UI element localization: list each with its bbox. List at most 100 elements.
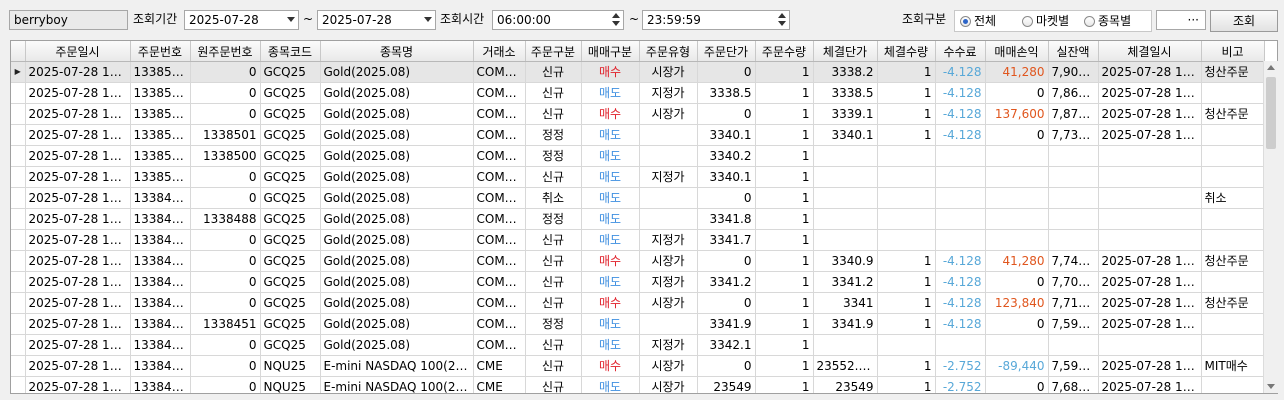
table-row[interactable]: 2025-07-28 13:… 1338460 0 GCQ25 Gold(2025.08… [11, 292, 1265, 314]
spin-arrows-icon[interactable] [777, 13, 787, 27]
header-item-code[interactable]: 종목코드 [260, 41, 321, 62]
cell-order-no: 1338514 [130, 103, 191, 125]
cell-fill-time: 2025-07-28 14:… [1098, 82, 1202, 104]
cell-order-kind: 신규 [525, 271, 582, 293]
cell-order-time: 2025-07-28 13:… [25, 292, 131, 314]
spin-arrows-icon[interactable] [611, 13, 621, 27]
cell-profit-loss: 41,280 [985, 250, 1049, 272]
cell-balance: 7,739,… [1048, 124, 1099, 146]
header-order-type[interactable]: 주문유형 [639, 41, 698, 62]
cell-original-order-no: 0 [190, 82, 261, 104]
account-field[interactable]: berryboy [9, 10, 128, 30]
cell-original-order-no: 0 [190, 187, 261, 209]
cell-fill-qty: 1 [877, 292, 936, 314]
cell-order-time: 2025-07-28 13:… [25, 208, 131, 230]
table-row[interactable]: 2025-07-28 13:… 1338467 0 GCQ25 Gold(2025.08… [11, 271, 1265, 293]
table-row[interactable]: 2025-07-28 12:… 1338438 0 NQU25 E-mini NASDA… [11, 376, 1265, 393]
table-row[interactable]: 2025-07-28 14:… 1338500 0 GCQ25 Gold(2025.08… [11, 166, 1265, 188]
header-fee[interactable]: 수수료 [935, 41, 986, 62]
date-to-dropdown[interactable]: 2025-07-28 [317, 10, 436, 30]
cell-order-type: 지정가 [639, 334, 698, 356]
radio-item[interactable]: 종목별 [1084, 14, 1131, 28]
table-row[interactable]: 2025-07-28 13:… 1338446 0 NQU25 E-mini NASDA… [11, 355, 1265, 377]
cell-balance [1048, 208, 1099, 230]
cell-fill-price: 3340.9 [813, 250, 878, 272]
search-button[interactable]: 조회 [1210, 10, 1278, 32]
table-row[interactable]: 2025-07-28 13:… 1338453 1338451 GCQ25 Gold(2… [11, 313, 1265, 335]
cell-order-kind: 신규 [525, 229, 582, 251]
cell-order-type: 지정가 [639, 271, 698, 293]
header-item-name[interactable]: 종목명 [320, 41, 474, 62]
header-trade-side[interactable]: 매매구분 [581, 41, 640, 62]
cell-fee [935, 334, 986, 356]
cell-fee [935, 166, 986, 188]
cell-order-no: 1338501 [130, 145, 191, 167]
table-row[interactable]: ▶ 2025-07-28 14:… 1338549 0 GCQ25 Gold(2025.0… [11, 61, 1265, 83]
table-row[interactable]: 2025-07-28 14:… 1338514 0 GCQ25 Gold(2025.08… [11, 103, 1265, 125]
vertical-scrollbar[interactable] [1263, 61, 1278, 393]
cell-fill-qty [877, 334, 936, 356]
header-fill-time[interactable]: 체결일시 [1098, 41, 1202, 62]
row-indicator [11, 187, 26, 209]
cell-order-price: 3340.1 [697, 124, 756, 146]
header-order-time[interactable]: 주문일시 [25, 41, 131, 62]
cell-item-code: GCQ25 [260, 145, 321, 167]
cell-fill-price: 3339.1 [813, 103, 878, 125]
radio-market[interactable]: 마켓별 [1022, 14, 1069, 28]
scroll-up-icon[interactable] [1267, 65, 1275, 70]
table-row[interactable]: 2025-07-28 14:… 1338501 1338500 GCQ25 Gold(2… [11, 145, 1265, 167]
cell-order-no: 1338467 [130, 271, 191, 293]
header-order-price[interactable]: 주문단가 [697, 41, 756, 62]
cell-fill-qty [877, 145, 936, 167]
header-note[interactable]: 비고 [1201, 41, 1265, 62]
cell-exchange: COM… [473, 187, 526, 209]
chevron-down-icon[interactable] [424, 17, 432, 22]
cell-order-price: 0 [697, 250, 756, 272]
cell-fee [935, 145, 986, 167]
header-original-order-no[interactable]: 원주문번호 [190, 41, 261, 62]
header-balance[interactable]: 실잔액 [1048, 41, 1099, 62]
cell-original-order-no: 1338451 [190, 313, 261, 335]
cell-note [1201, 313, 1265, 335]
cell-exchange: COM… [473, 145, 526, 167]
cell-order-no: 1338539 [130, 82, 191, 104]
table-row[interactable]: 2025-07-28 14:… 1338539 0 GCQ25 Gold(2025.08… [11, 82, 1265, 104]
table-row[interactable]: 2025-07-28 13:… 1338451 0 GCQ25 Gold(2025.08… [11, 334, 1265, 356]
table-row[interactable]: 2025-07-28 13:… 1338488 0 GCQ25 Gold(2025.08… [11, 229, 1265, 251]
cell-fill-price [813, 229, 878, 251]
cell-order-no: 1338502 [130, 124, 191, 146]
time-from-spinner[interactable]: 06:00:00 [492, 10, 624, 30]
scroll-down-icon[interactable] [1267, 384, 1275, 389]
cell-fill-time: 2025-07-28 14:… [1098, 61, 1202, 83]
date-from-dropdown[interactable]: 2025-07-28 [184, 10, 299, 30]
header-order-no[interactable]: 주문번호 [130, 41, 191, 62]
table-row[interactable]: 2025-07-28 13:… 1338490 1338488 GCQ25 Gold(2… [11, 208, 1265, 230]
radio-all[interactable]: 전체 [960, 14, 996, 28]
table-row[interactable]: 2025-07-28 13:… 1338482 0 GCQ25 Gold(2025.08… [11, 250, 1265, 272]
cell-trade-side: 매도 [581, 208, 640, 230]
header-fill-price[interactable]: 체결단가 [813, 41, 878, 62]
header-exchange[interactable]: 거래소 [473, 41, 526, 62]
cell-balance: 7,869,… [1048, 82, 1099, 104]
cell-item-name: Gold(2025.08) [320, 124, 474, 146]
chevron-down-icon[interactable] [287, 17, 295, 22]
cell-item-name: Gold(2025.08) [320, 208, 474, 230]
cell-fill-qty: 1 [877, 355, 936, 377]
table-row[interactable]: 2025-07-28 14:… 1338502 1338501 GCQ25 Gold(2… [11, 124, 1265, 146]
header-order-qty[interactable]: 주문수량 [755, 41, 814, 62]
cell-order-time: 2025-07-28 14:… [25, 145, 131, 167]
time-to-value: 23:59:59 [647, 13, 701, 27]
cell-fill-time [1098, 229, 1202, 251]
header-order-kind[interactable]: 주문구분 [525, 41, 582, 62]
cell-order-no: 1338500 [130, 166, 191, 188]
cell-order-no: 1338488 [130, 229, 191, 251]
table-row[interactable]: 2025-07-28 13:… 1338490 0 GCQ25 Gold(2025.08… [11, 187, 1265, 209]
scroll-thumb[interactable] [1266, 77, 1276, 149]
cell-item-name: Gold(2025.08) [320, 61, 474, 83]
time-to-spinner[interactable]: 23:59:59 [642, 10, 790, 30]
header-profit-loss[interactable]: 매매손익 [985, 41, 1049, 62]
cell-original-order-no: 0 [190, 355, 261, 377]
header-fill-qty[interactable]: 체결수량 [877, 41, 936, 62]
cell-profit-loss [985, 145, 1049, 167]
item-code-input[interactable]: ··· [1156, 10, 1206, 30]
